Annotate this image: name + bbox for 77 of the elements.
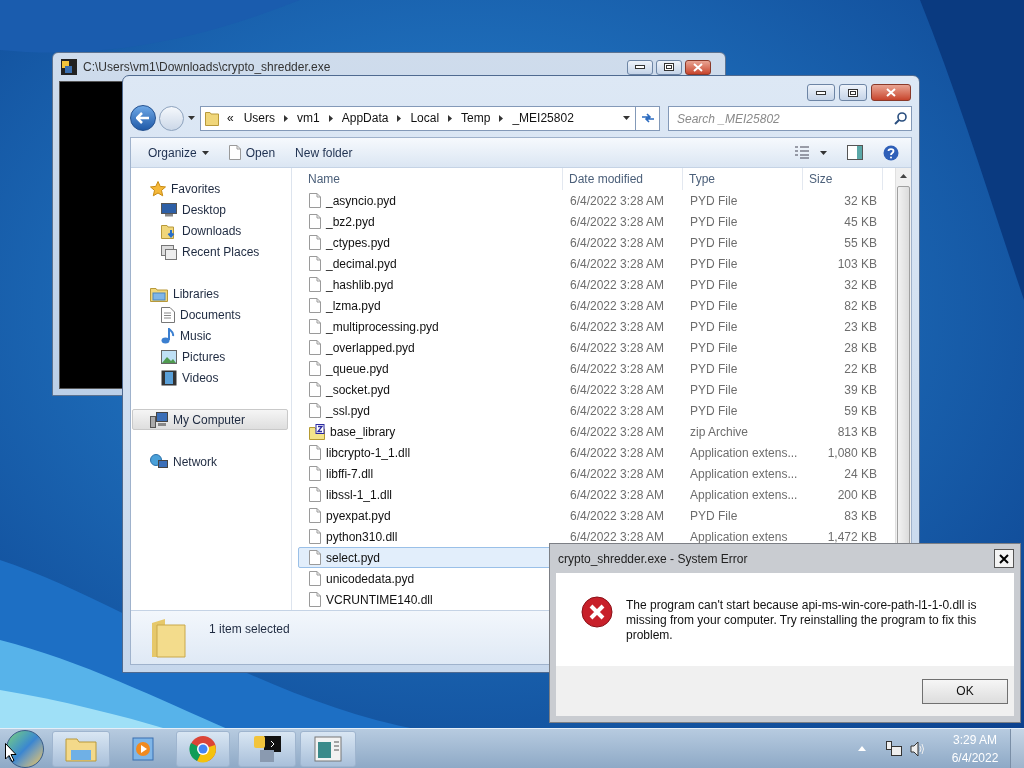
date-cell-text: 6/4/2022 3:28 AM <box>569 402 666 420</box>
size-cell-text: 813 KB <box>836 423 877 441</box>
file-name: _asyncio.pyd <box>326 192 397 210</box>
file-name: libffi-7.dll <box>326 465 374 483</box>
type-cell-text: PYD File <box>689 192 739 210</box>
date-cell-text: 6/4/2022 3:28 AM <box>569 381 666 399</box>
date-cell-text: 6/4/2022 3:28 AM <box>569 255 666 273</box>
size-cell-text: 103 KB <box>836 255 877 273</box>
file-name: pyexpat.pyd <box>326 507 391 525</box>
date-cell-text: 6/4/2022 3:28 AM <box>569 297 666 315</box>
date-cell-text: 6/4/2022 3:28 AM <box>569 213 666 231</box>
size-cell-text: 23 KB <box>843 318 877 336</box>
size-cell-text: 28 KB <box>843 339 877 357</box>
size-cell-text: 59 KB <box>843 402 877 420</box>
type-cell-text: PYD File <box>689 360 739 378</box>
type-cell-text: PYD File <box>689 402 739 420</box>
type-cell-text: Application extens... <box>689 444 799 462</box>
size-cell-text: 1,080 KB <box>826 444 877 462</box>
file-name: _ssl.pyd <box>326 402 371 420</box>
clock-time: 3:29 AM <box>953 731 997 749</box>
error-message: The program can't start because api-ms-win-core-path-l1-1-0.dll is missing from your computer. Try reinstalling the program to fix this problem. <box>626 597 978 643</box>
file-name: select.pyd <box>326 549 381 567</box>
date-cell-text: 6/4/2022 3:28 AM <box>569 528 666 546</box>
type-cell-text: zip Archive <box>689 423 750 441</box>
file-name: VCRUNTIME140.dll <box>326 591 433 609</box>
type-cell-text: PYD File <box>689 507 739 525</box>
date-cell-text: 6/4/2022 3:28 AM <box>569 339 666 357</box>
date-cell-text: 6/4/2022 3:28 AM <box>569 486 666 504</box>
clock-date: 6/4/2022 <box>951 749 999 767</box>
size-cell-text: 55 KB <box>843 234 877 252</box>
date-cell-text: 6/4/2022 3:28 AM <box>569 276 666 294</box>
type-cell-text: PYD File <box>689 297 739 315</box>
date-cell-text: 6/4/2022 3:28 AM <box>569 423 666 441</box>
selection-status: 1 item selected <box>209 621 290 638</box>
file-name: _ctypes.pyd <box>326 234 391 252</box>
type-cell-text: PYD File <box>689 339 739 357</box>
type-cell-text: Application extens <box>689 528 789 546</box>
size-cell-text: 1,472 KB <box>826 528 877 546</box>
type-cell-text: PYD File <box>689 213 739 231</box>
size-cell-text: 22 KB <box>843 360 877 378</box>
file-name: _lzma.pyd <box>326 297 381 315</box>
date-cell-text: 6/4/2022 3:28 AM <box>569 318 666 336</box>
size-cell-text: 82 KB <box>843 297 877 315</box>
file-name: _multiprocessing.pyd <box>326 318 439 336</box>
size-cell-text: 83 KB <box>843 507 877 525</box>
file-name: _bz2.pyd <box>326 213 375 231</box>
type-cell-text: Application extens... <box>689 486 799 504</box>
file-name: base_library <box>330 423 396 441</box>
size-cell-text: 32 KB <box>843 192 877 210</box>
type-cell-text: PYD File <box>689 318 739 336</box>
file-name: _overlapped.pyd <box>326 339 415 357</box>
date-cell-text: 6/4/2022 3:28 AM <box>569 192 666 210</box>
type-cell-text: Application extens... <box>689 465 799 483</box>
size-cell-text: 24 KB <box>843 465 877 483</box>
size-cell-text: 200 KB <box>836 486 877 504</box>
file-name: _queue.pyd <box>326 360 389 378</box>
file-name: _socket.pyd <box>326 381 391 399</box>
size-cell-text: 45 KB <box>843 213 877 231</box>
file-name: _decimal.pyd <box>326 255 397 273</box>
window-title: C:\Users\vm1\Downloads\crypto_shredder.exe <box>83 59 332 76</box>
type-cell-text: PYD File <box>689 381 739 399</box>
date-cell-text: 6/4/2022 3:28 AM <box>569 360 666 378</box>
type-cell-text: PYD File <box>689 234 739 252</box>
size-cell-text: 39 KB <box>843 381 877 399</box>
date-cell-text: 6/4/2022 3:28 AM <box>569 234 666 252</box>
date-cell-text: 6/4/2022 3:28 AM <box>569 444 666 462</box>
date-cell-text: 6/4/2022 3:28 AM <box>569 507 666 525</box>
file-name: python310.dll <box>326 528 398 546</box>
type-cell-text: PYD File <box>689 276 739 294</box>
size-cell-text: 32 KB <box>843 276 877 294</box>
date-cell-text: 6/4/2022 3:28 AM <box>569 465 666 483</box>
file-name: unicodedata.pyd <box>326 570 415 588</box>
file-name: libssl-1_1.dll <box>326 486 393 504</box>
dialog-title: crypto_shredder.exe - System Error <box>558 550 749 568</box>
file-name: libcrypto-1_1.dll <box>326 444 411 462</box>
type-cell-text: PYD File <box>689 255 739 273</box>
file-name: _hashlib.pyd <box>326 276 394 294</box>
